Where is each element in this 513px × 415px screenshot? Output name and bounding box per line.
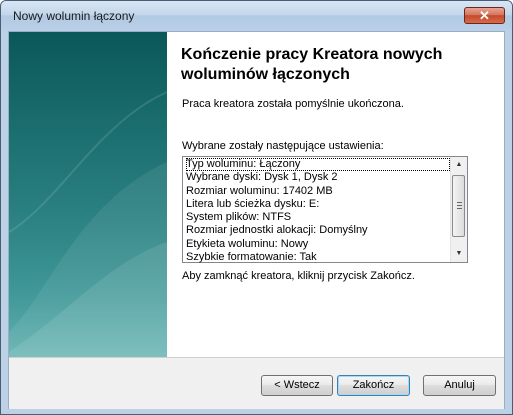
settings-list: Typ woluminu: Łączony Wybrane dyski: Dys… — [186, 158, 450, 264]
settings-line: Litera lub ścieżka dysku: E: — [186, 197, 320, 210]
success-message: Praca kreatora została pomyślnie ukończo… — [182, 98, 404, 110]
wizard-banner-image — [9, 32, 167, 357]
page-heading: Kończenie pracy Kreatora nowych woluminó… — [181, 46, 443, 83]
finish-button[interactable]: Zakończ — [337, 375, 410, 396]
scroll-thumb[interactable] — [452, 175, 465, 237]
title-bar[interactable]: Nowy wolumin łączony ✕ — [1, 1, 512, 31]
vertical-scrollbar[interactable]: ▲ ▼ — [450, 157, 467, 262]
close-instruction: Aby zamknąć kreatora, kliknij przycisk Z… — [182, 270, 415, 282]
settings-intro-label: Wybrane zostały następujące ustawienia: — [182, 140, 384, 152]
scroll-down-icon[interactable]: ▼ — [451, 246, 467, 262]
settings-line: System plików: NTFS — [186, 211, 292, 224]
settings-line: Rozmiar woluminu: 17402 MB — [186, 184, 333, 197]
button-bar: < Wstecz Zakończ Anuluj — [9, 357, 504, 409]
settings-line: Etykieta woluminu: Nowy — [186, 237, 309, 250]
settings-line: Szybkie formatowanie: Tak — [186, 251, 317, 264]
scroll-up-icon[interactable]: ▲ — [451, 157, 467, 173]
grip-line — [457, 205, 462, 206]
banner-wave-graphic — [9, 91, 167, 357]
settings-summary-box[interactable]: Typ woluminu: Łączony Wybrane dyski: Dys… — [182, 156, 468, 263]
back-button[interactable]: < Wstecz — [261, 375, 333, 396]
close-icon: ✕ — [479, 8, 490, 23]
wizard-page: Kończenie pracy Kreatora nowych woluminó… — [8, 31, 505, 409]
grip-line — [457, 202, 462, 203]
settings-line: Typ woluminu: Łączony — [186, 158, 450, 172]
window-title: Nowy wolumin łączony — [13, 9, 135, 23]
settings-line: Rozmiar jednostki alokacji: Domyślny — [186, 224, 368, 237]
close-button[interactable]: ✕ — [464, 7, 505, 24]
grip-line — [457, 208, 462, 209]
cancel-button[interactable]: Anuluj — [423, 375, 496, 396]
wizard-window: Nowy wolumin łączony ✕ Kończenie pracy K… — [0, 0, 513, 415]
settings-line: Wybrane dyski: Dysk 1, Dysk 2 — [186, 171, 338, 184]
